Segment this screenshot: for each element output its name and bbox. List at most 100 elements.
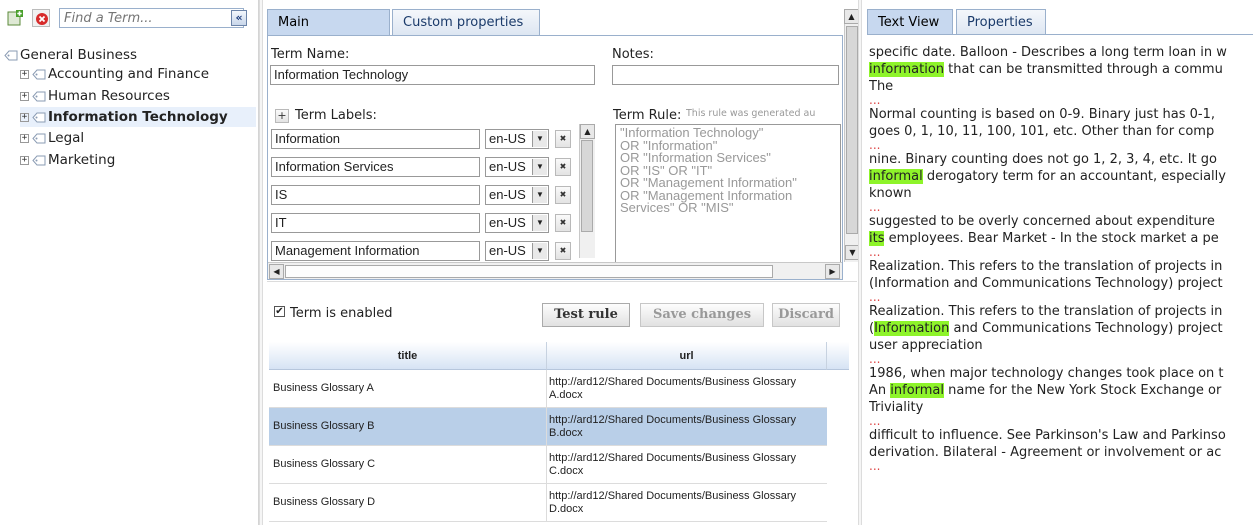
term-label-input[interactable]: Information <box>271 129 480 149</box>
tab-main-properties[interactable]: Main properties <box>267 9 390 56</box>
notes-input[interactable] <box>612 65 839 85</box>
term-label-input[interactable]: Management Information <box>271 241 480 261</box>
scroll-thumb[interactable] <box>846 26 858 234</box>
cell-url: http://ard12/Shared Documents/Business G… <box>549 376 797 401</box>
term-label-input[interactable]: Information Services <box>271 157 480 177</box>
scroll-thumb[interactable] <box>581 140 593 232</box>
snippet-line: (Information and Communications Technolo… <box>869 275 1253 292</box>
snippet-line: nine. Binary counting does not go 1, 2, … <box>869 151 1253 168</box>
snippet-ellipsis: ... <box>869 414 881 428</box>
highlighted-match: information <box>869 62 945 77</box>
term-name-input[interactable]: Information Technology <box>270 65 595 85</box>
remove-label-button[interactable]: ✖ <box>555 186 571 204</box>
table-row[interactable]: Business Glossary C http://ard12/Shared … <box>269 446 827 484</box>
discard-button[interactable]: Discard <box>772 303 840 327</box>
snippet-line: suggested to be overly concerned about e… <box>869 213 1253 230</box>
snippet-text: nine. Binary counting does not go 1, 2, … <box>869 152 1217 167</box>
chevron-down-icon: ▼ <box>532 131 547 147</box>
table-row[interactable]: Business Glossary A http://ard12/Shared … <box>269 370 827 408</box>
language-select[interactable]: en-US ▼ <box>485 241 549 261</box>
scroll-left-icon[interactable]: ◀ <box>269 264 284 279</box>
tree-item-label: Human Resources <box>48 88 170 104</box>
term-editor-panel: Main properties Custom properties ▲ Term… <box>263 0 861 525</box>
delete-term-icon[interactable] <box>32 9 50 27</box>
column-header-url[interactable]: url <box>547 342 827 370</box>
save-changes-button[interactable]: Save changes <box>640 303 764 327</box>
snippet-text: that can be transmitted through a commu <box>944 62 1223 77</box>
snippet-text: Triviality <box>869 400 924 415</box>
snippet-line: Realization. This refers to the translat… <box>869 258 1253 275</box>
scroll-up-icon[interactable]: ▲ <box>580 124 595 139</box>
find-term-input[interactable] <box>59 8 244 28</box>
tree-item-information-technology[interactable]: + Information Technology <box>20 107 256 127</box>
test-rule-button[interactable]: Test rule <box>542 303 630 327</box>
snippet-line: derivation. Bilateral - Agreement or inv… <box>869 444 1253 461</box>
snippet-text: user appreciation <box>869 338 983 353</box>
snippet-ellipsis: ... <box>869 459 881 473</box>
form-horizontal-scrollbar[interactable]: ◀ ▶ <box>268 262 842 279</box>
term-rule-text[interactable]: "Information Technology" OR "Information… <box>615 124 841 279</box>
enabled-label: Term is enabled <box>290 306 393 321</box>
enabled-checkbox[interactable]: ✔ <box>274 306 285 317</box>
expand-icon[interactable]: + <box>20 155 29 165</box>
tree-item-marketing[interactable]: + Marketing <box>20 150 115 170</box>
scroll-thumb[interactable] <box>285 265 773 278</box>
expand-icon[interactable]: + <box>20 91 29 101</box>
snippet-text: name for the New York Stock Exchange or <box>944 383 1222 398</box>
collapse-panel-button[interactable]: « <box>231 10 247 26</box>
tab-text-view[interactable]: Text View <box>867 9 953 35</box>
table-row[interactable]: Business Glossary B http://ard12/Shared … <box>269 408 827 446</box>
tree-item-accounting-and-finance[interactable]: + Accounting and Finance <box>20 64 209 84</box>
text-view-content: specific date. Balloon - Describes a lon… <box>869 44 1253 525</box>
tree-root-label: General Business <box>20 47 138 63</box>
table-row[interactable]: Business Glossary D http://ard12/Shared … <box>269 484 827 522</box>
term-rule-label: Term Rule: <box>613 108 682 123</box>
scroll-right-icon[interactable]: ▶ <box>825 264 840 279</box>
snippet-text: goes 0, 1, 10, 11, 100, 101, etc. Other … <box>869 124 1215 139</box>
term-label-input[interactable]: IS <box>271 185 480 205</box>
snippet-ellipsis: ... <box>869 200 881 214</box>
tree-item-label: Information Technology <box>48 109 228 125</box>
snippet-text: difficult to influence. See Parkinson's … <box>869 428 1226 443</box>
editor-tabs: Main properties Custom properties <box>267 9 843 56</box>
cell-url: http://ard12/Shared Documents/Business G… <box>549 414 797 439</box>
column-header-title[interactable]: title <box>269 342 547 370</box>
tree-item-human-resources[interactable]: + Human Resources <box>20 86 170 106</box>
expand-icon[interactable]: + <box>20 69 29 79</box>
snippet-text: Realization. This refers to the translat… <box>869 304 1223 319</box>
labels-scrollbar[interactable]: ▲ <box>579 124 595 258</box>
snippet-line: specific date. Balloon - Describes a lon… <box>869 44 1253 61</box>
expand-icon[interactable]: + <box>20 133 29 143</box>
remove-label-button[interactable]: ✖ <box>555 130 571 148</box>
language-select[interactable]: en-US ▼ <box>485 157 549 177</box>
tab-divider <box>867 34 1253 35</box>
snippet: Normal counting is based on 0-9. Binary … <box>869 106 1253 151</box>
tab-properties[interactable]: Properties <box>956 9 1046 35</box>
rule-test-area: ✔ Term is enabled Test rule Save changes… <box>267 284 857 525</box>
scroll-up-icon[interactable]: ▲ <box>844 9 859 24</box>
highlighted-match: informal <box>869 169 923 184</box>
add-label-button[interactable]: + <box>275 109 289 123</box>
tree-item-legal[interactable]: + Legal <box>20 128 84 148</box>
remove-label-button[interactable]: ✖ <box>555 214 571 232</box>
term-label-input[interactable]: IT <box>271 213 480 233</box>
snippet-line: 1986, when major technology changes took… <box>869 365 1253 382</box>
tab-custom-properties[interactable]: Custom properties <box>392 9 540 35</box>
add-term-icon[interactable] <box>6 9 24 27</box>
language-select[interactable]: en-US ▼ <box>485 129 549 149</box>
main-properties-form: Term Name: Information Technology Notes:… <box>267 35 843 280</box>
snippet-line: (Information and Communications Technolo… <box>869 320 1253 337</box>
remove-label-button[interactable]: ✖ <box>555 242 571 260</box>
language-select[interactable]: en-US ▼ <box>485 185 549 205</box>
column-header-filler <box>827 342 849 370</box>
expand-icon[interactable]: + <box>20 112 29 122</box>
remove-label-button[interactable]: ✖ <box>555 158 571 176</box>
term-labels-label: Term Labels: <box>295 108 377 123</box>
tree-root-general-business[interactable]: General Business <box>4 45 137 65</box>
snippet-text: and Communications Technology) project <box>949 321 1223 336</box>
snippet-line: informal derogatory term for an accounta… <box>869 168 1253 185</box>
right-splitter[interactable] <box>858 0 862 525</box>
snippet-line: Triviality <box>869 399 1253 416</box>
language-select[interactable]: en-US ▼ <box>485 213 549 233</box>
highlighted-match: Information <box>874 321 950 336</box>
